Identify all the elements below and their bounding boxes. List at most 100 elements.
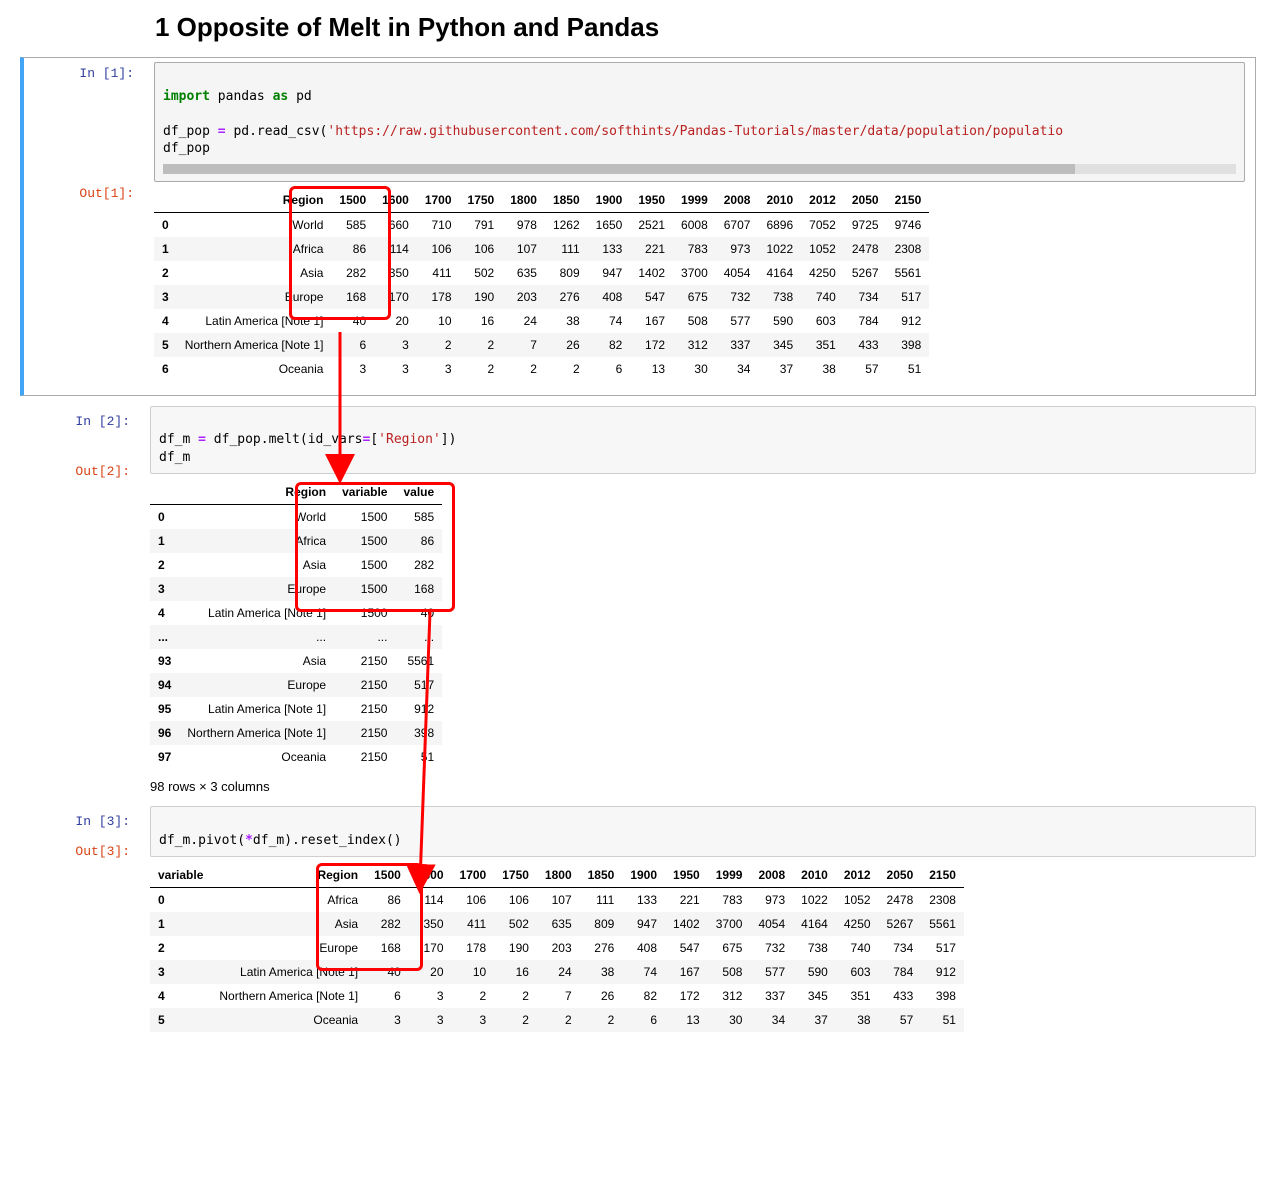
cell: 973	[716, 237, 759, 261]
cell: 16	[494, 960, 537, 984]
row-index: 97	[150, 745, 179, 769]
cell: Northern America [Note 1]	[177, 333, 332, 357]
row-index: 4	[154, 309, 177, 333]
cell: 3	[374, 333, 417, 357]
table-row: 4Latin America [Note 1]40201016243874167…	[154, 309, 929, 333]
table-row: 3Europe168170178190203276408547675732738…	[154, 285, 929, 309]
cell: World	[179, 505, 334, 530]
cell: 1052	[801, 237, 844, 261]
cell: 6	[588, 357, 631, 381]
cell: 133	[588, 237, 631, 261]
cell: 345	[793, 984, 836, 1008]
column-header: 1750	[494, 863, 537, 888]
cell: 74	[588, 309, 631, 333]
code-cell-2[interactable]: In [2]: df_m = df_pop.melt(id_vars=['Reg…	[20, 406, 1256, 795]
cell: 133	[622, 888, 665, 913]
table-row: 3Europe1500168	[150, 577, 442, 601]
table-row: 4Latin America [Note 1]150040	[150, 601, 442, 625]
cell: 26	[580, 984, 623, 1008]
column-header: 1850	[545, 188, 588, 213]
cell: 2	[537, 1008, 580, 1032]
cell: 190	[494, 936, 537, 960]
cell: 37	[758, 357, 801, 381]
cell: 5561	[395, 649, 442, 673]
table-row: 95Latin America [Note 1]2150912	[150, 697, 442, 721]
cell: Oceania	[211, 1008, 366, 1032]
cell: Latin America [Note 1]	[211, 960, 366, 984]
cell: 6	[622, 1008, 665, 1032]
cell: 6707	[716, 212, 759, 237]
cell: 973	[750, 888, 793, 913]
cell: 172	[665, 984, 708, 1008]
column-header: Region	[211, 863, 366, 888]
cell: 7	[502, 333, 545, 357]
row-index: 94	[150, 673, 179, 697]
cell: 172	[630, 333, 673, 357]
notebook-page: 1 Opposite of Melt in Python and Pandas …	[0, 12, 1276, 1052]
cell: 433	[879, 984, 922, 1008]
column-header: 1800	[502, 188, 545, 213]
cell: Asia	[177, 261, 332, 285]
table-row: 4Northern America [Note 1]63227268217231…	[150, 984, 964, 1008]
cell: Latin America [Note 1]	[177, 309, 332, 333]
scrollbar-thumb[interactable]	[163, 164, 1075, 174]
output-table-2: Regionvariablevalue 0World15005851Africa…	[150, 480, 442, 769]
cell: 337	[750, 984, 793, 1008]
cell: 350	[374, 261, 417, 285]
code-input-2[interactable]: df_m = df_pop.melt(id_vars=['Region']) d…	[150, 406, 1256, 475]
column-header: 1999	[673, 188, 716, 213]
cell: 221	[665, 888, 708, 913]
row-index: 2	[150, 553, 179, 577]
cell: 4164	[758, 261, 801, 285]
column-header: 2008	[750, 863, 793, 888]
cell: 912	[395, 697, 442, 721]
cell: 947	[588, 261, 631, 285]
out-prompt-2: Out[2]:	[20, 464, 140, 479]
cell: Europe	[211, 936, 366, 960]
cell: 30	[708, 1008, 751, 1032]
table-row: 97Oceania215051	[150, 745, 442, 769]
cell: 51	[921, 1008, 964, 1032]
cell: 585	[331, 212, 374, 237]
cell: 2521	[630, 212, 673, 237]
code-cell-3[interactable]: In [3]: df_m.pivot(*df_m).reset_index() …	[20, 806, 1256, 1032]
cell: Latin America [Note 1]	[179, 697, 334, 721]
cell: 577	[750, 960, 793, 984]
column-header: 1900	[588, 188, 631, 213]
column-header: 1950	[630, 188, 673, 213]
out-prompt-3: Out[3]:	[20, 844, 140, 859]
code-input-1[interactable]: import pandas as pd df_pop = pd.read_csv…	[154, 62, 1245, 182]
cell: 9725	[844, 212, 887, 237]
cell: 2	[545, 357, 588, 381]
cell: 1650	[588, 212, 631, 237]
code-cell-1[interactable]: In [1]: import pandas as pd df_pop = pd.…	[20, 57, 1256, 396]
row-index: 5	[154, 333, 177, 357]
column-header: variable	[334, 480, 395, 505]
code-input-3[interactable]: df_m.pivot(*df_m).reset_index()	[150, 806, 1256, 857]
cell: 57	[879, 1008, 922, 1032]
cell: 26	[545, 333, 588, 357]
cell: 34	[716, 357, 759, 381]
cell: 1500	[334, 553, 395, 577]
cell: 203	[537, 936, 580, 960]
cell: 738	[793, 936, 836, 960]
cell: 1052	[836, 888, 879, 913]
cell: 783	[673, 237, 716, 261]
column-header: 2010	[793, 863, 836, 888]
table-row: 93Asia21505561	[150, 649, 442, 673]
cell: 3	[409, 1008, 452, 1032]
cell: 2308	[887, 237, 930, 261]
cell: 13	[630, 357, 673, 381]
cell: 398	[887, 333, 930, 357]
column-header: 2012	[836, 863, 879, 888]
cell: 6	[366, 984, 409, 1008]
cell: 2308	[921, 888, 964, 913]
cell: 738	[758, 285, 801, 309]
cell: 4054	[750, 912, 793, 936]
cell: 2150	[334, 649, 395, 673]
row-index: 0	[150, 888, 211, 913]
in-prompt-3: In [3]:	[20, 814, 140, 829]
column-header: 1500	[331, 188, 374, 213]
horizontal-scrollbar[interactable]	[163, 164, 1236, 174]
cell: 398	[395, 721, 442, 745]
